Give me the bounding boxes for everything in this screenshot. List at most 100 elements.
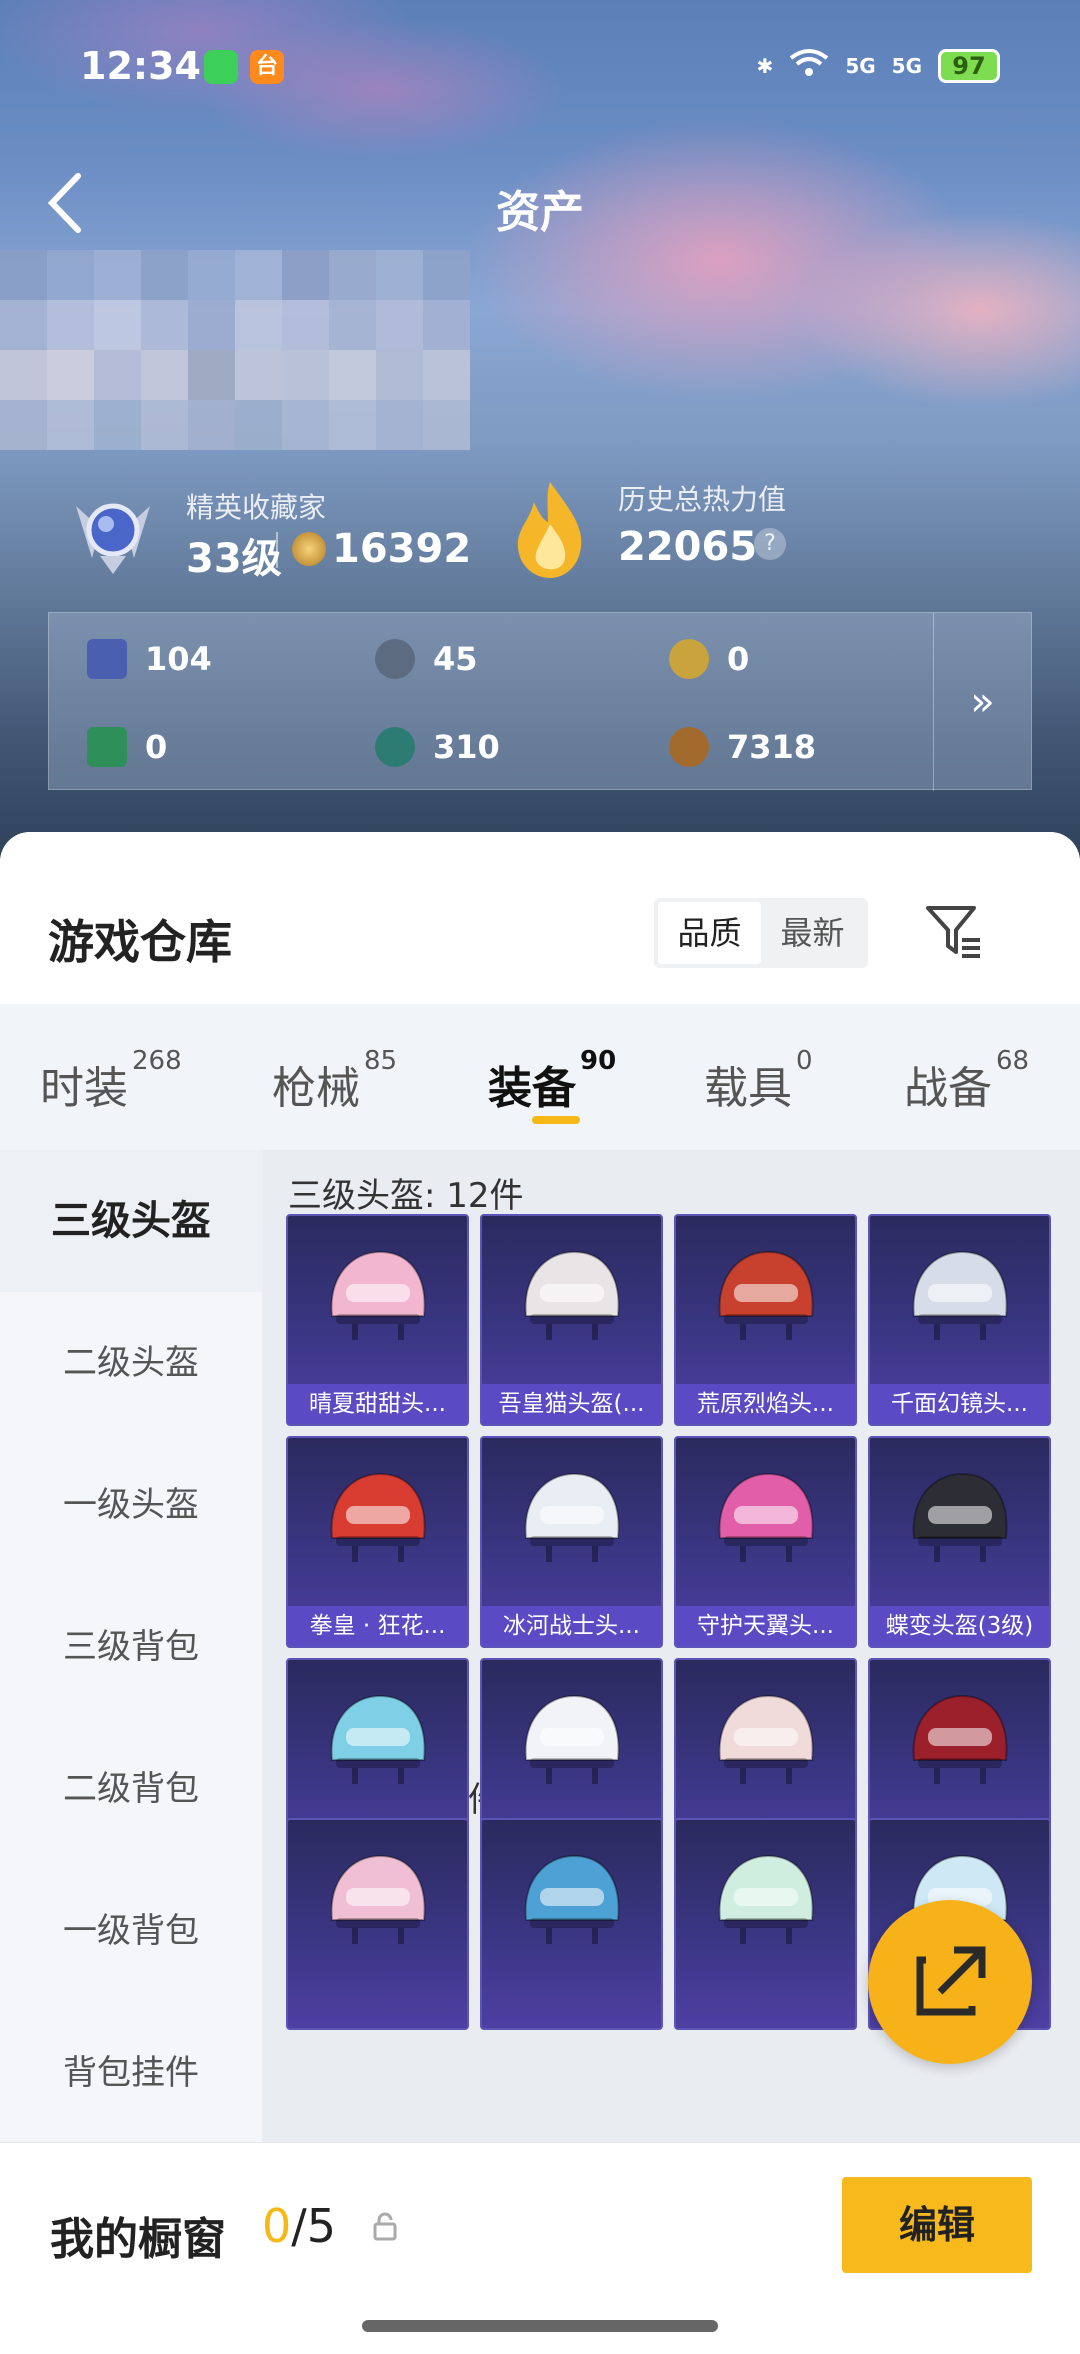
tab-gear[interactable]: 战备68 — [904, 1046, 1029, 1116]
item-card[interactable] — [480, 1818, 663, 2030]
helmet-icon — [912, 1250, 1008, 1340]
card-icon — [87, 639, 127, 679]
currency-value: 0 — [145, 728, 168, 766]
sidebar-item-level1-backpack[interactable]: 一级背包 — [0, 1860, 262, 2002]
tab-label: 枪械 — [272, 1063, 360, 1114]
currency-bronze: 7318 — [669, 727, 816, 767]
helmet-icon — [718, 1250, 814, 1340]
warehouse-panel: 游戏仓库 品质 最新 时装268 枪械85 装备90 载具0 战备68 三级头盔… — [0, 832, 1080, 2354]
currency-teal: 310 — [375, 727, 500, 767]
helmet-icon — [524, 1250, 620, 1340]
flame-icon — [517, 482, 582, 578]
edit-button[interactable]: 编辑 — [842, 2177, 1032, 2273]
item-card[interactable]: 晴夏甜甜头... — [286, 1214, 469, 1426]
warehouse-title: 游戏仓库 — [48, 915, 232, 969]
sort-quality-button[interactable]: 品质 — [658, 902, 761, 964]
item-name: 蝶变头盔(3级) — [870, 1606, 1049, 1646]
tab-fashion[interactable]: 时装268 — [40, 1046, 182, 1116]
message-app-icon — [204, 50, 238, 84]
helmet-icon — [524, 1472, 620, 1562]
sort-newest-button[interactable]: 最新 — [761, 902, 864, 964]
currency-value: 45 — [433, 640, 478, 678]
collector-label: 精英收藏家 — [186, 491, 327, 524]
sidebar-item-level3-backpack[interactable]: 三级背包 — [0, 1576, 262, 1718]
tab-label: 载具 — [704, 1063, 792, 1114]
home-indicator — [362, 2320, 718, 2332]
warehouse-header: 游戏仓库 品质 最新 — [0, 832, 1080, 1004]
bluetooth-icon: ✱ — [756, 53, 774, 78]
item-card[interactable] — [674, 1818, 857, 2030]
filter-icon[interactable] — [922, 900, 986, 964]
item-card[interactable]: 蝶变头盔(3级) — [868, 1436, 1051, 1648]
sidebar-item-level2-helmet[interactable]: 二级头盔 — [0, 1292, 262, 1434]
item-name: 荒原烈焰头... — [676, 1384, 855, 1424]
showcase-total: /5 — [291, 2199, 337, 2253]
item-name: 拳皇 · 狂花... — [288, 1606, 467, 1646]
item-card[interactable]: 荒原烈焰头... — [674, 1214, 857, 1426]
collector-level: 33级 — [186, 536, 282, 582]
sidebar-item-backpack-charm[interactable]: 背包挂件 — [0, 2002, 262, 2144]
collector-medal-icon — [76, 503, 150, 574]
helmet-icon — [330, 1472, 426, 1562]
divider — [276, 532, 278, 568]
heat-label: 历史总热力值 — [618, 483, 787, 516]
sidebar-item-level3-helmet[interactable]: 三级头盔 — [0, 1150, 262, 1292]
heat-stats: 历史总热力值 22065 ? — [510, 474, 910, 584]
item-name: 冰河战士头... — [482, 1606, 661, 1646]
item-card[interactable]: 拳皇 · 狂花... — [286, 1436, 469, 1648]
currency-gold: 0 — [669, 639, 749, 679]
teal-coin-icon — [375, 727, 415, 767]
silver-coin-icon — [375, 639, 415, 679]
helmet-icon — [330, 1854, 426, 1944]
item-card[interactable]: 守护天翼头... — [674, 1436, 857, 1648]
item-card[interactable] — [286, 1818, 469, 2030]
status-bar: 12:34 台 ✱ 5G 5G 97 — [80, 44, 1000, 94]
status-time: 12:34 — [80, 44, 201, 88]
helmet-icon — [330, 1250, 426, 1340]
tab-vehicles[interactable]: 载具0 — [704, 1046, 813, 1116]
sidebar-item-level2-backpack[interactable]: 二级背包 — [0, 1718, 262, 1860]
collector-stats: 精英收藏家 33级 16392 — [70, 482, 570, 582]
tab-label: 战备 — [904, 1063, 992, 1114]
item-card[interactable]: 千面幻镜头... — [868, 1214, 1051, 1426]
tab-count: 268 — [132, 1046, 182, 1076]
helmet-icon — [718, 1854, 814, 1944]
currency-panel[interactable]: 104 45 0 0 310 7318 » — [48, 612, 1032, 791]
currency-value: 310 — [433, 728, 500, 766]
helmet-icon — [524, 1854, 620, 1944]
category-tabs: 时装268 枪械85 装备90 载具0 战备68 — [0, 1004, 1080, 1150]
more-currency-button[interactable]: » — [933, 613, 1031, 791]
sort-toggle: 品质 最新 — [654, 898, 868, 968]
currency-ticket: 0 — [87, 727, 167, 767]
blurred-username — [0, 250, 470, 450]
currency-value: 7318 — [727, 728, 817, 766]
helmet-icon — [718, 1472, 814, 1562]
tab-label: 装备 — [488, 1063, 576, 1114]
item-card[interactable]: 吾皇猫头盔(... — [480, 1214, 663, 1426]
item-name: 千面幻镜头... — [870, 1384, 1049, 1424]
sidebar-item-level1-helmet[interactable]: 一级头盔 — [0, 1434, 262, 1576]
item-name: 守护天翼头... — [676, 1606, 855, 1646]
help-icon[interactable]: ? — [754, 528, 786, 560]
helmet-icon — [524, 1694, 620, 1784]
showcase-count: 0/5 — [262, 2199, 336, 2253]
item-name: 吾皇猫头盔(... — [482, 1384, 661, 1424]
tab-count: 85 — [364, 1046, 398, 1076]
tab-guns[interactable]: 枪械85 — [272, 1046, 397, 1116]
section-title: 三级头盔: 12件 — [288, 1176, 524, 1216]
page-title: 资产 — [496, 187, 584, 238]
item-card[interactable]: 冰河战士头... — [480, 1436, 663, 1648]
currency-value: 104 — [145, 640, 212, 678]
helmet-icon — [912, 1694, 1008, 1784]
item-name: 晴夏甜甜头... — [288, 1384, 467, 1424]
wifi-icon — [789, 48, 829, 83]
calendar-app-icon: 台 — [250, 50, 284, 84]
tab-label: 时装 — [40, 1063, 128, 1114]
tab-count: 68 — [996, 1046, 1030, 1076]
showcase-label: 我的橱窗 — [50, 2214, 226, 2265]
tab-equipment[interactable]: 装备90 — [488, 1046, 616, 1116]
showcase-used: 0 — [262, 2199, 292, 2253]
green-ticket-icon — [87, 727, 127, 767]
share-button[interactable] — [868, 1900, 1032, 2064]
signal-2-icon: 5G — [891, 53, 922, 78]
